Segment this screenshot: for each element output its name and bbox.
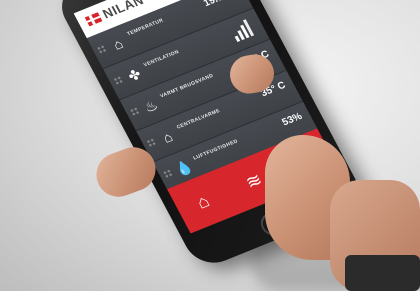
row-value: 19.6° C <box>202 0 238 9</box>
humidity-icon: 💧 <box>172 157 196 179</box>
water-heater-icon: ♨ <box>141 96 161 116</box>
photo-scene: NILAN ⌂ TEMPERATUR 19.6° C ✤ VENTILATION <box>0 0 420 291</box>
fan-icon: ✤ <box>125 65 144 85</box>
ventilation-level-icon <box>229 18 258 43</box>
sleeve <box>345 255 420 291</box>
row-value: 53% <box>280 111 305 129</box>
house-icon: ⌂ <box>110 35 126 53</box>
home-nav-icon[interactable]: ⌂ <box>177 181 228 223</box>
drag-handle-icon[interactable] <box>96 44 108 55</box>
brand-logo-icon <box>84 12 103 27</box>
drag-handle-icon[interactable] <box>112 75 124 86</box>
row-label: VENTILATION <box>142 49 181 69</box>
drag-handle-icon[interactable] <box>145 137 157 148</box>
row-label: CENTRALVARME <box>175 107 222 131</box>
row-label: TEMPERATUR <box>126 17 165 38</box>
drag-handle-icon[interactable] <box>129 106 141 117</box>
drag-handle-icon[interactable] <box>162 168 174 179</box>
radiator-icon: ⌂ <box>159 128 176 146</box>
